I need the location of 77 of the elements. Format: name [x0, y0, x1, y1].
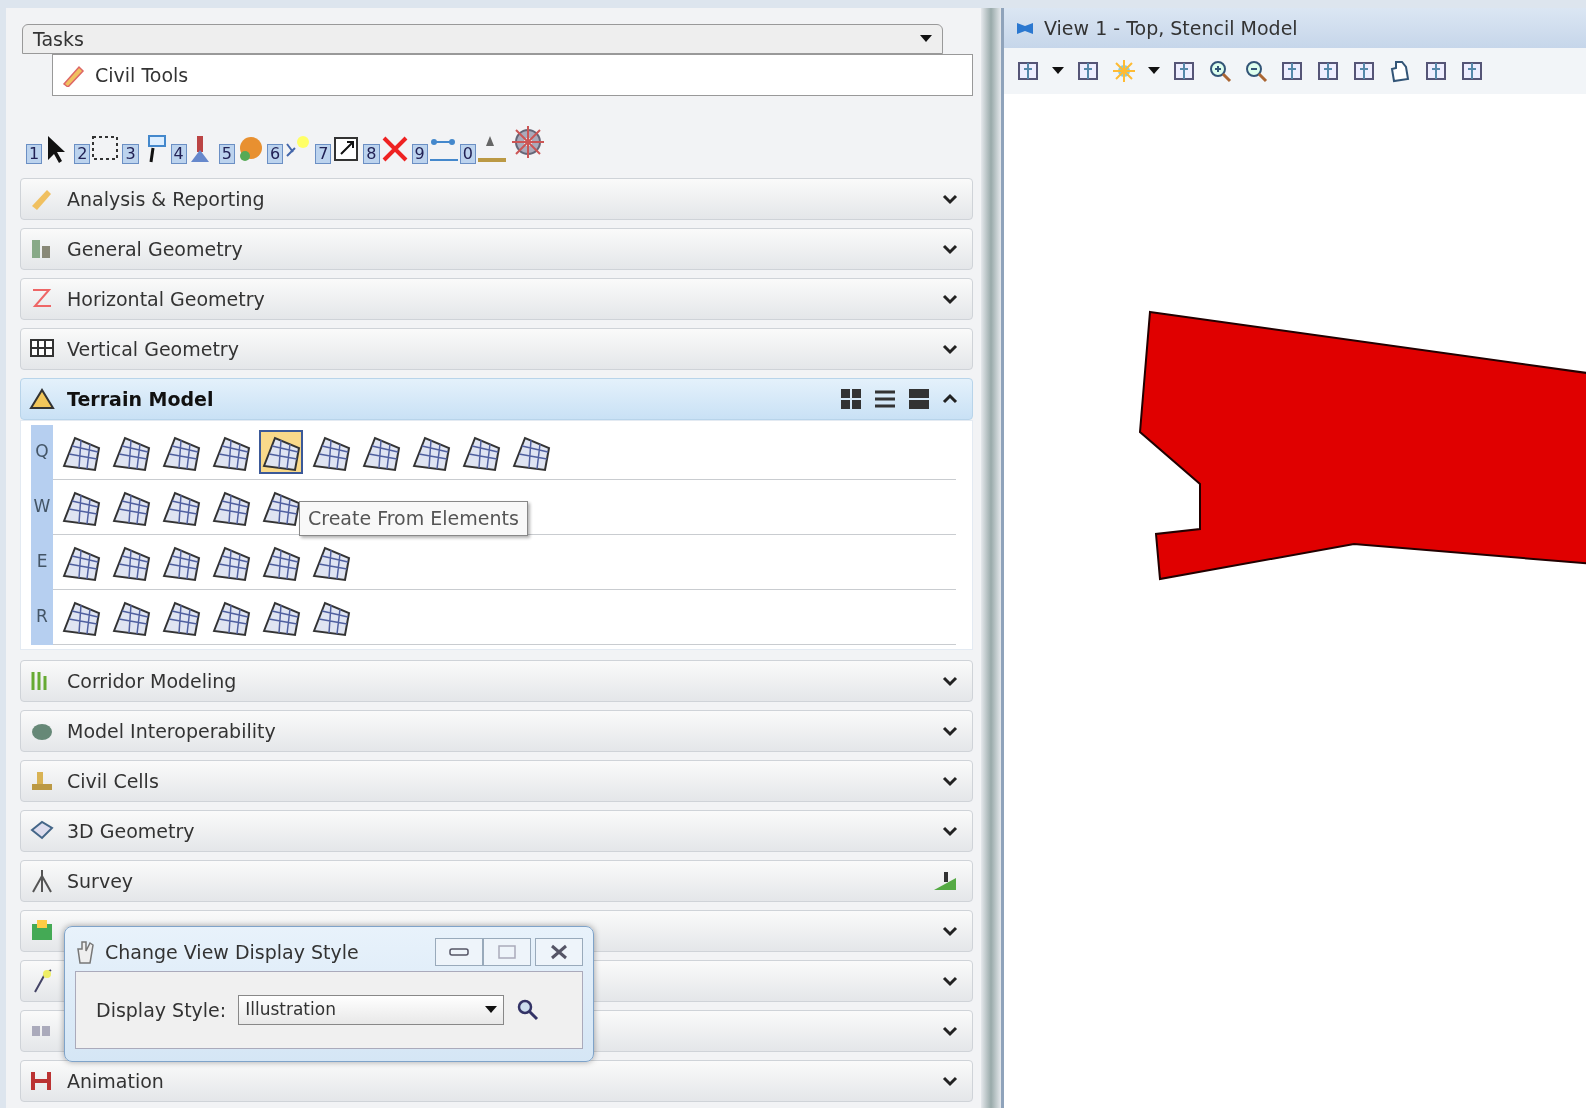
expand-chevron-icon[interactable]	[942, 825, 958, 837]
row-shortcut-key: R	[31, 589, 53, 645]
list-view-icon[interactable]	[874, 388, 896, 410]
section-title: Civil Cells	[67, 768, 160, 794]
triangle-icon	[29, 386, 55, 412]
search-icon[interactable]	[516, 998, 541, 1022]
pencil-icon	[61, 63, 85, 87]
tasks-dropdown[interactable]: Tasks	[22, 24, 943, 54]
field-label: Display Style:	[96, 997, 227, 1023]
hand-icon	[75, 939, 95, 965]
section-title: Survey	[67, 868, 135, 894]
section-header[interactable]: Horizontal Geometry	[20, 278, 973, 320]
expand-chevron-icon[interactable]	[942, 343, 958, 355]
civil-tools-tab[interactable]: Civil Tools	[95, 60, 189, 90]
section-header[interactable]: General Geometry	[20, 228, 973, 270]
section-header[interactable]: Vertical Geometry	[20, 328, 973, 370]
shortcut-key: 2	[74, 144, 91, 164]
expand-chevron-icon[interactable]	[942, 193, 958, 205]
restore-icon	[497, 944, 517, 960]
section-title: Horizontal Geometry	[67, 286, 266, 312]
row-shortcut-key: Q	[31, 424, 53, 480]
row-shortcut-key: E	[31, 534, 53, 590]
shortcut-key: 0	[459, 144, 476, 164]
section-title: General Geometry	[67, 236, 244, 262]
section-header[interactable]: Civil Cells	[20, 760, 973, 802]
row-shortcut-key: W	[31, 479, 53, 535]
expand-chevron-icon[interactable]	[942, 243, 958, 255]
terrain-tool-button[interactable]	[259, 430, 303, 474]
expand-chevron-icon[interactable]	[942, 775, 958, 787]
shortcut-key: 6	[266, 144, 284, 164]
section-header[interactable]: Analysis & Reporting	[20, 178, 973, 220]
close-icon	[550, 944, 568, 960]
shortcut-key: 4	[170, 144, 187, 164]
expand-chevron-icon[interactable]	[942, 293, 958, 305]
minimize-button[interactable]	[435, 938, 483, 966]
view-title: View 1 - Top, Stencil Model	[1044, 15, 1298, 41]
bar-view-icon[interactable]	[908, 388, 930, 410]
tripod-icon	[29, 868, 55, 894]
caret-icon	[485, 1006, 498, 1014]
section-title: Corridor Modeling	[67, 668, 238, 694]
section-header[interactable]: Survey	[20, 860, 973, 902]
shortcut-key: 7	[315, 144, 332, 164]
large-icons-view-icon[interactable]	[840, 388, 862, 410]
tasks-label: Tasks	[33, 26, 84, 52]
section-header[interactable]: 3D Geometry	[20, 810, 973, 852]
close-button[interactable]	[535, 938, 583, 966]
caret-icon[interactable]	[920, 35, 932, 43]
section-title: Analysis & Reporting	[67, 186, 266, 212]
shortcut-key: 1	[26, 144, 43, 164]
section-header[interactable]: Model Interoperability	[20, 710, 973, 752]
section-header[interactable]: Terrain Model	[20, 378, 973, 420]
section-title: Model Interoperability	[67, 718, 277, 744]
expand-chevron-icon[interactable]	[942, 925, 958, 937]
collapse-chevron-icon[interactable]	[942, 393, 958, 405]
expand-chevron-icon[interactable]	[942, 1075, 958, 1087]
minimize-icon	[449, 947, 469, 957]
section-header[interactable]: Animation	[20, 1060, 973, 1102]
section-title: Vertical Geometry	[67, 336, 240, 362]
zoom-in-icon[interactable]	[1208, 59, 1232, 83]
shortcut-key: 9	[411, 144, 428, 164]
shortcut-key: 8	[363, 144, 380, 164]
expand-chevron-icon[interactable]	[942, 1025, 958, 1037]
section-title: Terrain Model	[67, 386, 215, 412]
display-style-dropdown[interactable]: Illustration	[238, 995, 505, 1025]
window-icon	[1016, 21, 1034, 35]
zoom-out-icon[interactable]	[1244, 59, 1268, 83]
shortcut-key: 3	[122, 144, 139, 164]
section-title: Animation	[67, 1068, 165, 1094]
section-title: 3D Geometry	[67, 818, 196, 844]
shortcut-key: 5	[218, 144, 235, 164]
expand-chevron-icon[interactable]	[942, 675, 958, 687]
dialog-title: Change View Display Style	[105, 939, 360, 965]
tooltip: Create From Elements	[299, 501, 528, 536]
survey-instrument-icon[interactable]	[932, 870, 958, 892]
section-header[interactable]: Corridor Modeling	[20, 660, 973, 702]
expand-chevron-icon[interactable]	[942, 975, 958, 987]
expand-chevron-icon[interactable]	[942, 725, 958, 737]
